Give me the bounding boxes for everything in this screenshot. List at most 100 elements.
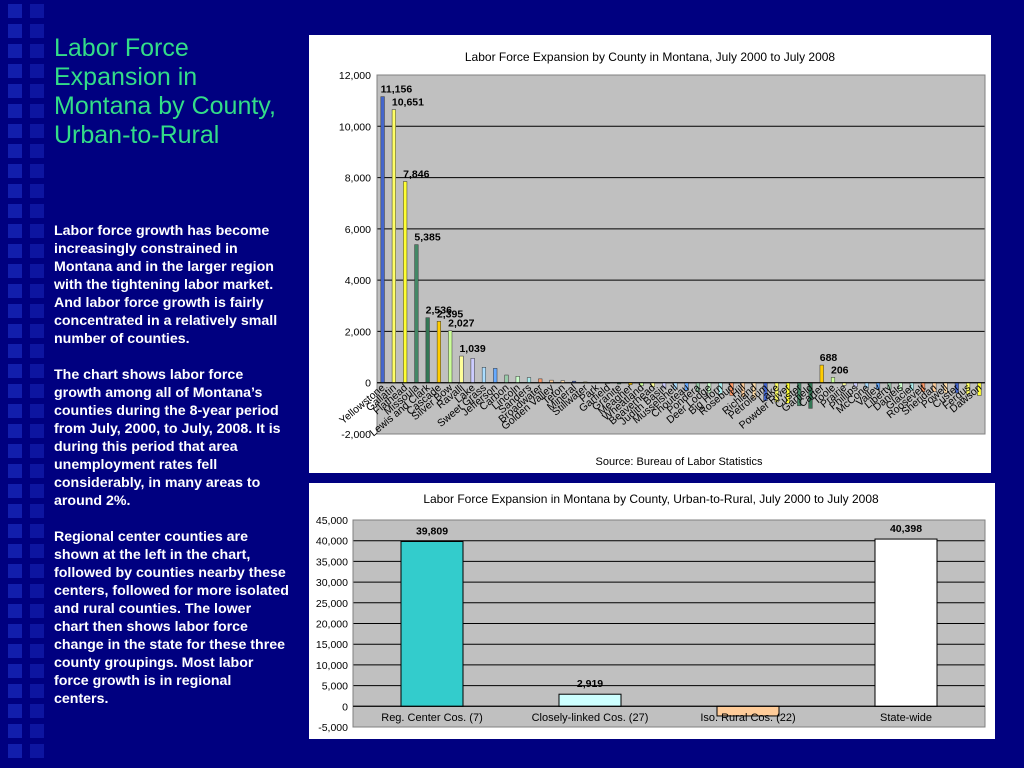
bg-square [8, 264, 22, 278]
bg-square [30, 484, 44, 498]
y-tick-label: 5,000 [322, 681, 348, 693]
chart-source: Source: Bureau of Labor Statistics [596, 456, 763, 468]
bg-square [30, 364, 44, 378]
chart-title: Labor Force Expansion in Montana by Coun… [423, 492, 879, 506]
county-bar [819, 364, 824, 383]
bg-square [30, 464, 44, 478]
data-label: 11,156 [381, 84, 413, 96]
bg-square [8, 684, 22, 698]
y-tick-label: 45,000 [316, 515, 348, 527]
bg-square [8, 424, 22, 438]
x-tick-label: Closely-linked Cos. (27) [532, 712, 649, 724]
data-label: 1,039 [459, 343, 485, 355]
bg-square [30, 224, 44, 238]
bg-square [30, 64, 44, 78]
y-tick-label: 35,000 [316, 556, 348, 568]
bg-square [8, 584, 22, 598]
bg-square [30, 24, 44, 38]
bg-square [8, 644, 22, 658]
y-tick-label: 10,000 [339, 121, 371, 133]
data-label: 688 [820, 352, 838, 364]
bg-square [30, 504, 44, 518]
bg-square [8, 284, 22, 298]
bg-square [8, 304, 22, 318]
bg-square [8, 384, 22, 398]
bg-square [8, 744, 22, 758]
bg-square [8, 724, 22, 738]
y-tick-label: 40,000 [316, 536, 348, 548]
data-label: 10,651 [392, 97, 424, 109]
county-bar [459, 355, 464, 383]
y-tick-label: 4,000 [345, 275, 371, 287]
y-tick-label: 0 [342, 701, 348, 713]
bg-square [30, 724, 44, 738]
y-tick-label: 20,000 [316, 619, 348, 631]
bg-square [30, 424, 44, 438]
bg-square [30, 744, 44, 758]
y-tick-label: 0 [365, 378, 371, 390]
bg-square [8, 504, 22, 518]
group-bar [400, 540, 464, 707]
county-bar-chart: Labor Force Expansion by County in Monta… [337, 50, 986, 468]
y-tick-label: 25,000 [316, 598, 348, 610]
body-text: Labor force growth has become increasing… [54, 222, 289, 726]
y-tick-label: 2,000 [345, 326, 371, 338]
bg-square [30, 44, 44, 58]
county-bar [504, 374, 509, 383]
bg-square [30, 404, 44, 418]
bg-square [8, 124, 22, 138]
bg-square [8, 84, 22, 98]
bg-square [8, 664, 22, 678]
data-label: 2,919 [577, 678, 603, 690]
bg-square [8, 624, 22, 638]
county-bar [493, 368, 498, 383]
bg-square [8, 404, 22, 418]
x-tick-label: Reg. Center Cos. (7) [381, 712, 482, 724]
bg-square [8, 64, 22, 78]
bg-square [30, 604, 44, 618]
bg-square [8, 564, 22, 578]
bg-square [30, 144, 44, 158]
y-tick-label: 6,000 [345, 224, 371, 236]
county-bar [425, 317, 430, 383]
bg-square [30, 304, 44, 318]
bg-square [30, 624, 44, 638]
bg-square [30, 324, 44, 338]
bg-square [8, 244, 22, 258]
county-chart-panel: Labor Force Expansion by County in Monta… [309, 35, 991, 473]
bg-square [8, 24, 22, 38]
data-label: 206 [831, 364, 849, 376]
bg-square [8, 224, 22, 238]
y-tick-label: 10,000 [316, 660, 348, 672]
county-bar [403, 181, 408, 383]
bg-square [8, 104, 22, 118]
bg-square [30, 684, 44, 698]
county-bar [515, 376, 520, 383]
bg-square [30, 524, 44, 538]
county-bar [538, 378, 543, 383]
group-bar [874, 538, 938, 707]
bg-square [30, 584, 44, 598]
bg-square [30, 544, 44, 558]
bg-square [30, 284, 44, 298]
bg-square [30, 244, 44, 258]
bg-square [8, 144, 22, 158]
bg-square [8, 164, 22, 178]
data-label: 7,846 [403, 169, 429, 181]
grouping-bar-chart: Labor Force Expansion in Montana by Coun… [316, 492, 986, 734]
bg-square [30, 644, 44, 658]
data-label: 40,398 [890, 523, 922, 535]
paragraph-3: Regional center counties are shown at th… [54, 529, 289, 707]
bg-square [8, 4, 22, 18]
group-bar [558, 693, 622, 707]
bg-square [8, 184, 22, 198]
bg-square [30, 264, 44, 278]
grouping-chart-panel: Labor Force Expansion in Montana by Coun… [309, 483, 995, 739]
data-label: 5,385 [414, 232, 440, 244]
bg-square [30, 84, 44, 98]
county-bar [414, 244, 419, 383]
plot-area [377, 75, 985, 434]
county-bar [448, 330, 453, 383]
bg-square [8, 324, 22, 338]
chart-title: Labor Force Expansion by County in Monta… [465, 50, 836, 64]
